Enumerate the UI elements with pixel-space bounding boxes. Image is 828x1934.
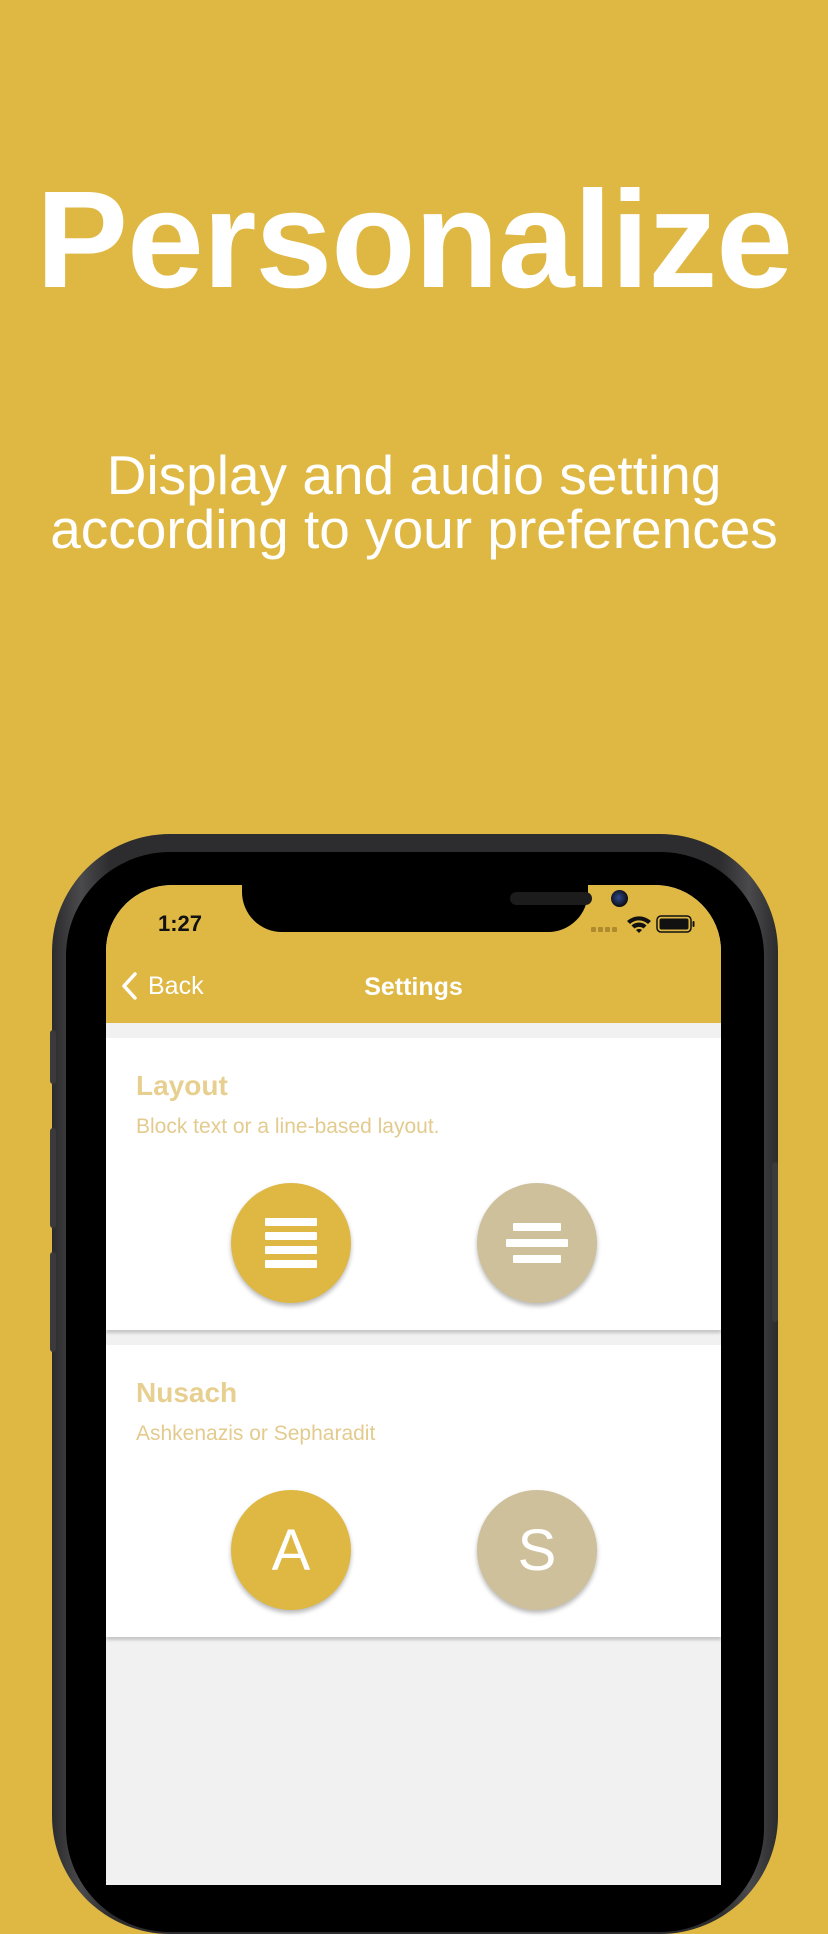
notch: [242, 885, 628, 932]
ashkenazis-button[interactable]: A: [231, 1490, 351, 1610]
layout-section-title: Layout: [136, 1070, 228, 1101]
status-icons: [591, 913, 695, 935]
sepharadit-button-label: S: [517, 1517, 557, 1583]
block-layout-button[interactable]: [231, 1183, 351, 1303]
front-camera: [611, 890, 628, 907]
layout-section: Layout Block text or a line-based layout…: [106, 1038, 721, 1330]
nusach-section: Nusach Ashkenazis or Sepharadit A S: [106, 1345, 721, 1637]
ashkenazis-button-label: A: [271, 1517, 311, 1583]
promo-subhead-line-1: Display and audio setting: [106, 444, 722, 506]
phone-power-button: [772, 1162, 778, 1322]
sepharadit-button[interactable]: S: [477, 1490, 597, 1610]
page-title: Settings: [364, 973, 463, 1001]
battery-icon: [656, 915, 695, 933]
wifi-icon: [627, 916, 651, 933]
promo-headline: Personalize: [35, 163, 793, 317]
speaker-grille: [510, 892, 592, 905]
promo-subhead-line-2: according to your preferences: [50, 498, 778, 560]
line-layout-icon: [506, 1219, 568, 1267]
cellular-signal-icon: [591, 927, 617, 932]
navigation-bar: 1:27 Back Settings: [106, 885, 721, 1023]
phone-silent-switch: [50, 1030, 56, 1084]
phone-screen: 1:27 Back Settings Layout Block text or …: [106, 885, 721, 1885]
layout-section-description: Block text or a line-based layout.: [136, 1115, 440, 1138]
phone-volume-down-button: [50, 1252, 56, 1352]
line-layout-button[interactable]: [477, 1183, 597, 1303]
phone-volume-up-button: [50, 1128, 56, 1228]
nusach-section-description: Ashkenazis or Sepharadit: [136, 1422, 376, 1445]
block-layout-icon: [265, 1215, 317, 1271]
nusach-section-title: Nusach: [136, 1377, 238, 1408]
promo-subhead: Display and audio setting according to y…: [0, 444, 828, 560]
status-time: 1:27: [158, 911, 203, 936]
